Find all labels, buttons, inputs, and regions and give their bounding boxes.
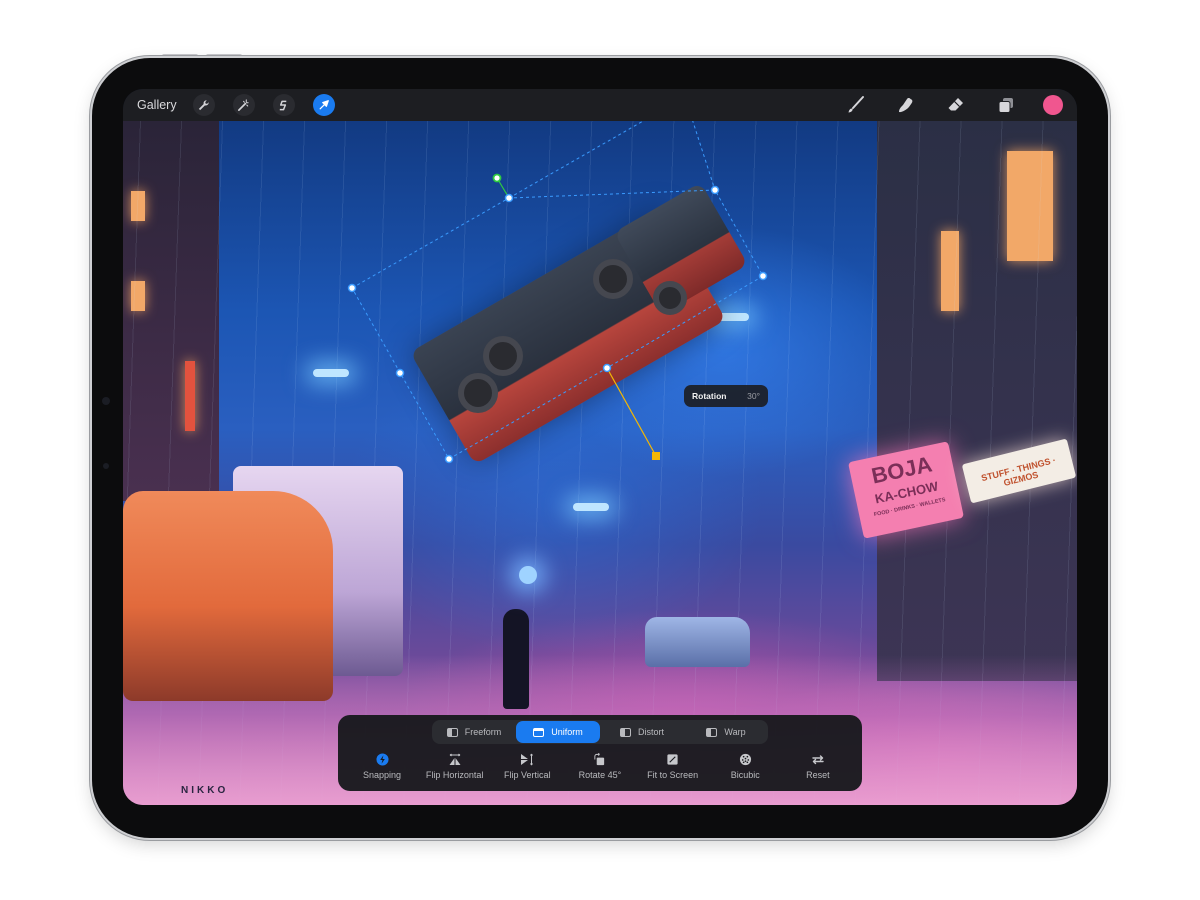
bbox-handle-right[interactable] bbox=[758, 271, 768, 281]
fit-to-screen-icon bbox=[667, 754, 678, 765]
bbox-handle-bottom-mid[interactable] bbox=[602, 363, 612, 373]
canvas-artwork[interactable]: BOJA KA-CHOW FOOD · DRINKS · WALLETS STU… bbox=[123, 121, 1077, 805]
tool-label: Flip Vertical bbox=[504, 770, 551, 780]
selection-button[interactable] bbox=[272, 94, 295, 116]
blue-car bbox=[645, 617, 750, 667]
selection-s-icon bbox=[279, 100, 287, 110]
bbox-handle-bottom-left-mid[interactable] bbox=[395, 368, 405, 378]
tool-label: Flip Horizontal bbox=[425, 770, 484, 780]
flip-horizontal-button[interactable]: Flip Horizontal bbox=[419, 753, 491, 789]
mode-distort[interactable]: Distort bbox=[600, 721, 684, 743]
adjustments-button[interactable] bbox=[232, 94, 255, 116]
bbox-handle-left[interactable] bbox=[347, 283, 357, 293]
top-toolbar: Gallery bbox=[123, 89, 1077, 121]
brush-icon bbox=[848, 96, 864, 113]
magic-wand-icon bbox=[238, 98, 249, 111]
flip-vertical-icon bbox=[521, 753, 534, 766]
street-lamp bbox=[313, 369, 349, 377]
reset-icon bbox=[812, 755, 824, 765]
camera-lens-icon bbox=[103, 463, 109, 469]
camera-sensor-icon bbox=[102, 397, 110, 405]
bicubic-icon bbox=[739, 753, 751, 766]
uniform-icon bbox=[533, 727, 545, 737]
toolbar-right bbox=[817, 94, 1063, 116]
transform-mode-selector: Freeform Uniform Distort Warp bbox=[432, 720, 768, 744]
layers-button[interactable] bbox=[995, 94, 1017, 116]
eraser-icon bbox=[948, 98, 963, 111]
snapping-button[interactable]: Snapping bbox=[346, 753, 418, 789]
mode-uniform[interactable]: Uniform bbox=[516, 721, 600, 743]
mode-warp[interactable]: Warp bbox=[684, 721, 768, 743]
color-picker-button[interactable] bbox=[1043, 95, 1063, 115]
flip-horizontal-icon bbox=[449, 753, 461, 765]
arrow-cursor-icon bbox=[319, 100, 329, 110]
rotate-45-button[interactable]: Rotate 45° bbox=[564, 753, 636, 789]
transform-panel: Freeform Uniform Distort Warp Snapping F… bbox=[338, 715, 862, 791]
taxi-cab bbox=[123, 491, 333, 701]
mode-label: Freeform bbox=[464, 727, 502, 737]
mode-label: Warp bbox=[724, 727, 746, 737]
tool-label: Fit to Screen bbox=[647, 770, 699, 780]
reset-button[interactable]: Reset bbox=[782, 753, 854, 789]
rotate-handle[interactable] bbox=[492, 173, 502, 183]
pivot-handle[interactable] bbox=[652, 452, 660, 460]
bbox-handle-bottom-left[interactable] bbox=[444, 454, 454, 464]
street-lamp bbox=[573, 503, 609, 511]
artist-signature: NIKKO bbox=[181, 785, 229, 796]
transform-tools: Snapping Flip Horizontal Flip Vertical R… bbox=[338, 753, 862, 789]
tool-label: Snapping bbox=[362, 770, 402, 780]
tool-label: Rotate 45° bbox=[578, 770, 622, 780]
tool-label: Bicubic bbox=[730, 770, 760, 780]
fit-to-screen-button[interactable]: Fit to Screen bbox=[637, 753, 709, 789]
toolbar-left: Gallery bbox=[137, 94, 353, 116]
flip-vertical-button[interactable]: Flip Vertical bbox=[491, 753, 563, 789]
freeform-icon bbox=[446, 727, 458, 737]
bbox-handle-top-mid[interactable] bbox=[504, 193, 514, 203]
wrench-icon bbox=[198, 99, 209, 110]
transform-button[interactable] bbox=[312, 94, 335, 116]
magic-glow bbox=[519, 566, 537, 584]
smudge-button[interactable] bbox=[895, 94, 917, 116]
truck-wheel bbox=[653, 281, 687, 315]
warp-icon bbox=[706, 727, 718, 737]
smudge-finger-icon bbox=[899, 98, 913, 113]
screen: BOJA KA-CHOW FOOD · DRINKS · WALLETS STU… bbox=[123, 89, 1077, 805]
eraser-button[interactable] bbox=[945, 94, 967, 116]
tool-label: Reset bbox=[806, 770, 830, 780]
truck-wheel bbox=[483, 336, 523, 376]
truck-wheel bbox=[593, 259, 633, 299]
truck-wheel bbox=[458, 373, 498, 413]
person-figure bbox=[503, 609, 529, 709]
rotate-icon bbox=[594, 753, 605, 766]
distort-icon bbox=[619, 727, 631, 737]
bbox-handle-top-right[interactable] bbox=[710, 185, 720, 195]
snapping-bolt-icon bbox=[375, 753, 389, 766]
layers-icon bbox=[998, 98, 1013, 113]
gallery-button[interactable]: Gallery bbox=[137, 98, 177, 112]
actions-button[interactable] bbox=[192, 94, 215, 116]
mode-label: Distort bbox=[637, 727, 664, 737]
mode-freeform[interactable]: Freeform bbox=[432, 721, 516, 743]
mode-label: Uniform bbox=[551, 727, 583, 737]
bicubic-button[interactable]: Bicubic bbox=[709, 753, 781, 789]
brush-button[interactable] bbox=[845, 94, 867, 116]
